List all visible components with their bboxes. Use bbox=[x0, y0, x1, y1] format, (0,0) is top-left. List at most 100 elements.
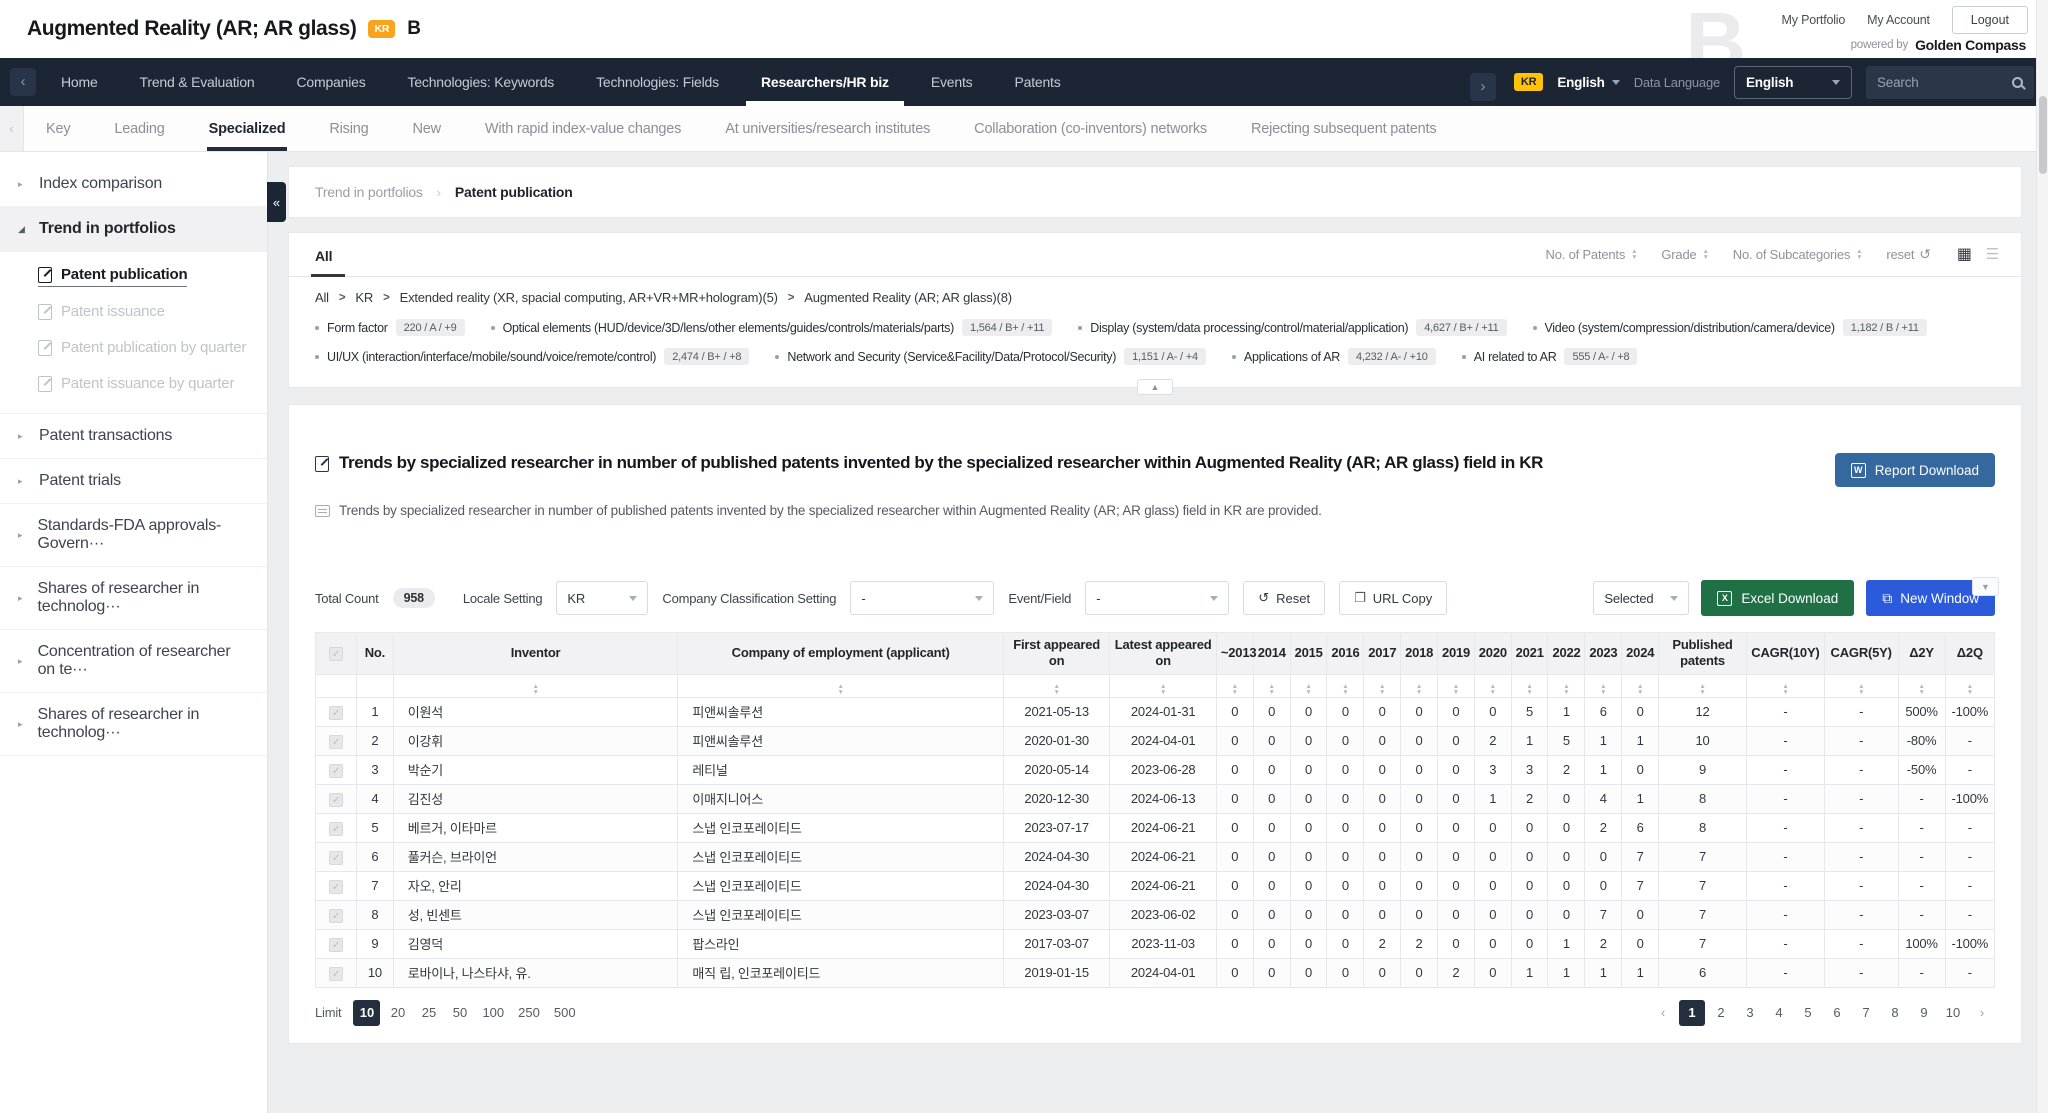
company-classification-select[interactable]: - bbox=[850, 581, 995, 615]
subtab-new[interactable]: New bbox=[390, 106, 462, 151]
inventor-cell[interactable]: 로바이나, 나스타샤, 유. bbox=[392, 957, 679, 988]
nav-scroll-right-icon[interactable]: › bbox=[1469, 73, 1496, 101]
sort-no-of-patents[interactable]: No. of Patents ▲ ▼ bbox=[1546, 247, 1638, 262]
column-header-2y[interactable]: Δ2Y bbox=[1897, 632, 1946, 675]
sort-cell[interactable]: ▲ ▼ bbox=[1621, 673, 1659, 698]
inventor-cell[interactable]: 베르거, 이타마르 bbox=[392, 812, 679, 843]
row-checkbox[interactable]: ✓ bbox=[328, 966, 343, 981]
page-button-10[interactable]: 10 bbox=[1940, 1000, 1966, 1026]
sort-cell[interactable]: ▲ ▼ bbox=[392, 673, 679, 698]
limit-button-25[interactable]: 25 bbox=[415, 1000, 442, 1026]
sidebar-item-index-comparison[interactable]: ▸ Index comparison bbox=[0, 162, 267, 207]
column-header-no[interactable]: No. bbox=[355, 632, 394, 675]
report-download-button[interactable]: W Report Download bbox=[1834, 453, 1995, 487]
subcategory-chip[interactable]: UI/UX (interaction/interface/mobile/soun… bbox=[315, 348, 750, 365]
sort-cell[interactable]: ▲ ▼ bbox=[677, 673, 1004, 698]
column-header-cagr-5y[interactable]: CAGR(5Y) bbox=[1823, 632, 1899, 675]
limit-button-250[interactable]: 250 bbox=[513, 1000, 545, 1026]
page-button-9[interactable]: 9 bbox=[1911, 1000, 1937, 1026]
sort-cell[interactable]: ▲ ▼ bbox=[1746, 673, 1825, 698]
data-language-select[interactable]: English bbox=[1734, 65, 1852, 99]
sort-cell[interactable]: ▲ ▼ bbox=[1547, 673, 1586, 698]
row-checkbox[interactable]: ✓ bbox=[328, 763, 343, 778]
page-scrollbar[interactable] bbox=[2036, 0, 2048, 1113]
column-header-2021[interactable]: 2021 bbox=[1510, 632, 1549, 675]
sort-cell[interactable]: ▲ ▼ bbox=[1897, 673, 1946, 698]
subcategory-chip[interactable]: Optical elements (HUD/device/3D/lens/oth… bbox=[490, 319, 1053, 336]
search-input[interactable]: Search bbox=[1866, 65, 2034, 99]
sort-no-of-subcategories[interactable]: No. of Subcategories ▲ ▼ bbox=[1733, 247, 1863, 262]
nav-item-researchers-hr-biz[interactable]: Researchers/HR biz bbox=[740, 58, 910, 106]
page-button-7[interactable]: 7 bbox=[1853, 1000, 1879, 1026]
column-header-2015[interactable]: 2015 bbox=[1289, 632, 1328, 675]
page-button-4[interactable]: 4 bbox=[1766, 1000, 1792, 1026]
row-checkbox[interactable]: ✓ bbox=[328, 908, 343, 923]
company-cell[interactable]: 레티널 bbox=[677, 754, 1004, 785]
sidebar-item-patent-issuance[interactable]: Patent issuance bbox=[0, 295, 267, 331]
row-checkbox[interactable]: ✓ bbox=[328, 734, 343, 749]
column-header-2022[interactable]: 2022 bbox=[1547, 632, 1586, 675]
tab-all[interactable]: All bbox=[289, 233, 358, 277]
sort-cell[interactable]: ▲ ▼ bbox=[1215, 673, 1254, 698]
sidebar-item-shares-of-researcher-in-technolog[interactable]: ▸ Shares of researcher in technolog··· bbox=[0, 567, 267, 630]
nav-item-trend-evaluation[interactable]: Trend & Evaluation bbox=[119, 58, 276, 106]
path-item[interactable]: Augmented Reality (AR; AR glass)(8) bbox=[804, 290, 1012, 305]
subtab-rejecting-subsequent-patents[interactable]: Rejecting subsequent patents bbox=[1229, 106, 1458, 151]
company-cell[interactable]: 팝스라인 bbox=[677, 928, 1004, 959]
subcategory-chip[interactable]: Display (system/data processing/control/… bbox=[1078, 319, 1507, 336]
subtab-at-universities-research-institutes[interactable]: At universities/research institutes bbox=[703, 106, 952, 151]
subcategory-chip[interactable]: Form factor 220 / A / +9 bbox=[315, 319, 465, 336]
column-header-first-appeared-on[interactable]: First appeared on bbox=[1002, 632, 1111, 675]
filter-reset-button[interactable]: reset ↺ bbox=[1886, 246, 1931, 263]
selected-columns-dropdown[interactable]: Selected bbox=[1593, 581, 1690, 615]
subtab-key[interactable]: Key bbox=[24, 106, 92, 151]
page-button-6[interactable]: 6 bbox=[1824, 1000, 1850, 1026]
section-collapse-button[interactable]: ▼ bbox=[1972, 577, 1999, 596]
sidebar-item-concentration-of-researcher-on-te[interactable]: ▸ Concentration of researcher on te··· bbox=[0, 630, 267, 693]
subtab-specialized[interactable]: Specialized bbox=[187, 106, 308, 151]
excel-download-button[interactable]: X Excel Download bbox=[1701, 580, 1855, 616]
page-button-2[interactable]: 2 bbox=[1708, 1000, 1734, 1026]
nav-scroll-left-icon[interactable]: ‹ bbox=[10, 68, 36, 96]
company-cell[interactable]: 스냅 인코포레이티드 bbox=[677, 870, 1004, 901]
sort-cell[interactable]: ▲ ▼ bbox=[1326, 673, 1365, 698]
page-button-1[interactable]: 1 bbox=[1679, 999, 1705, 1026]
sidebar-item-standards-fda-approvals-govern[interactable]: ▸ Standards-FDA approvals-Govern··· bbox=[0, 504, 267, 567]
column-header-company-of-employment-applicant[interactable]: Company of employment (applicant) bbox=[677, 632, 1004, 675]
nav-item-home[interactable]: Home bbox=[40, 58, 119, 106]
reset-button[interactable]: ↺ Reset bbox=[1243, 581, 1326, 615]
column-header-2016[interactable]: 2016 bbox=[1326, 632, 1365, 675]
pager-next-icon[interactable]: › bbox=[1969, 1000, 1995, 1026]
company-cell[interactable]: 피앤씨솔루션 bbox=[677, 725, 1004, 756]
locale-select[interactable]: KR bbox=[556, 581, 649, 615]
url-copy-button[interactable]: ❐ URL Copy bbox=[1339, 581, 1448, 615]
row-checkbox[interactable]: ✓ bbox=[328, 821, 343, 836]
sidebar-item-shares-of-researcher-in-technolog[interactable]: ▸ Shares of researcher in technolog··· bbox=[0, 693, 267, 756]
sort-cell[interactable]: ▲ ▼ bbox=[1109, 673, 1217, 698]
sort-cell[interactable]: ▲ ▼ bbox=[1400, 673, 1438, 698]
inventor-cell[interactable]: 성, 빈센트 bbox=[392, 899, 679, 930]
subcategory-chip[interactable]: AI related to AR 555 / A- / +8 bbox=[1461, 348, 1638, 365]
column-header-2019[interactable]: 2019 bbox=[1436, 632, 1475, 675]
logout-button[interactable]: Logout bbox=[1951, 5, 2028, 34]
column-header-latest-appeared-on[interactable]: Latest appeared on bbox=[1109, 632, 1217, 675]
row-checkbox[interactable]: ✓ bbox=[328, 850, 343, 865]
column-header-inventor[interactable]: Inventor bbox=[392, 632, 679, 675]
column-header-2014[interactable]: 2014 bbox=[1252, 632, 1291, 675]
column-header-2020[interactable]: 2020 bbox=[1473, 632, 1512, 675]
grid-view-icon[interactable]: ▦ bbox=[1957, 246, 1972, 263]
my-account-link[interactable]: My Account bbox=[1867, 13, 1930, 27]
sort-cell[interactable]: ▲ ▼ bbox=[1657, 673, 1748, 698]
row-checkbox[interactable]: ✓ bbox=[328, 937, 343, 952]
column-header-2q[interactable]: Δ2Q bbox=[1944, 632, 1996, 675]
nav-item-events[interactable]: Events bbox=[910, 58, 994, 106]
column-header-2018[interactable]: 2018 bbox=[1400, 632, 1438, 675]
sidebar-item-patent-trials[interactable]: ▸ Patent trials bbox=[0, 459, 267, 504]
sort-cell[interactable]: ▲ ▼ bbox=[1473, 673, 1512, 698]
event-field-select[interactable]: - bbox=[1085, 581, 1230, 615]
path-item[interactable]: KR bbox=[355, 290, 373, 305]
inventor-cell[interactable]: 박순기 bbox=[392, 754, 679, 785]
sidebar-item-patent-transactions[interactable]: ▸ Patent transactions bbox=[0, 414, 267, 459]
path-item[interactable]: Extended reality (XR, spacial computing,… bbox=[400, 290, 778, 305]
company-cell[interactable]: 스냅 인코포레이티드 bbox=[677, 812, 1004, 843]
